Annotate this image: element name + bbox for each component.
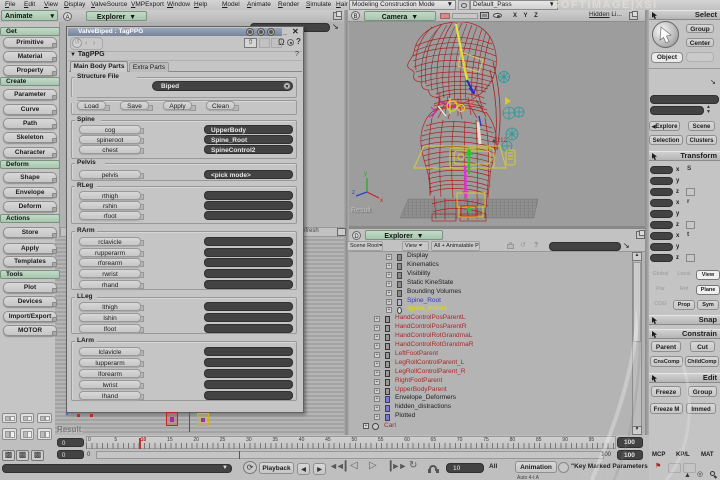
svg-text:z: z — [352, 190, 355, 196]
svg-text:y: y — [364, 171, 367, 177]
svg-text:x: x — [380, 198, 383, 204]
